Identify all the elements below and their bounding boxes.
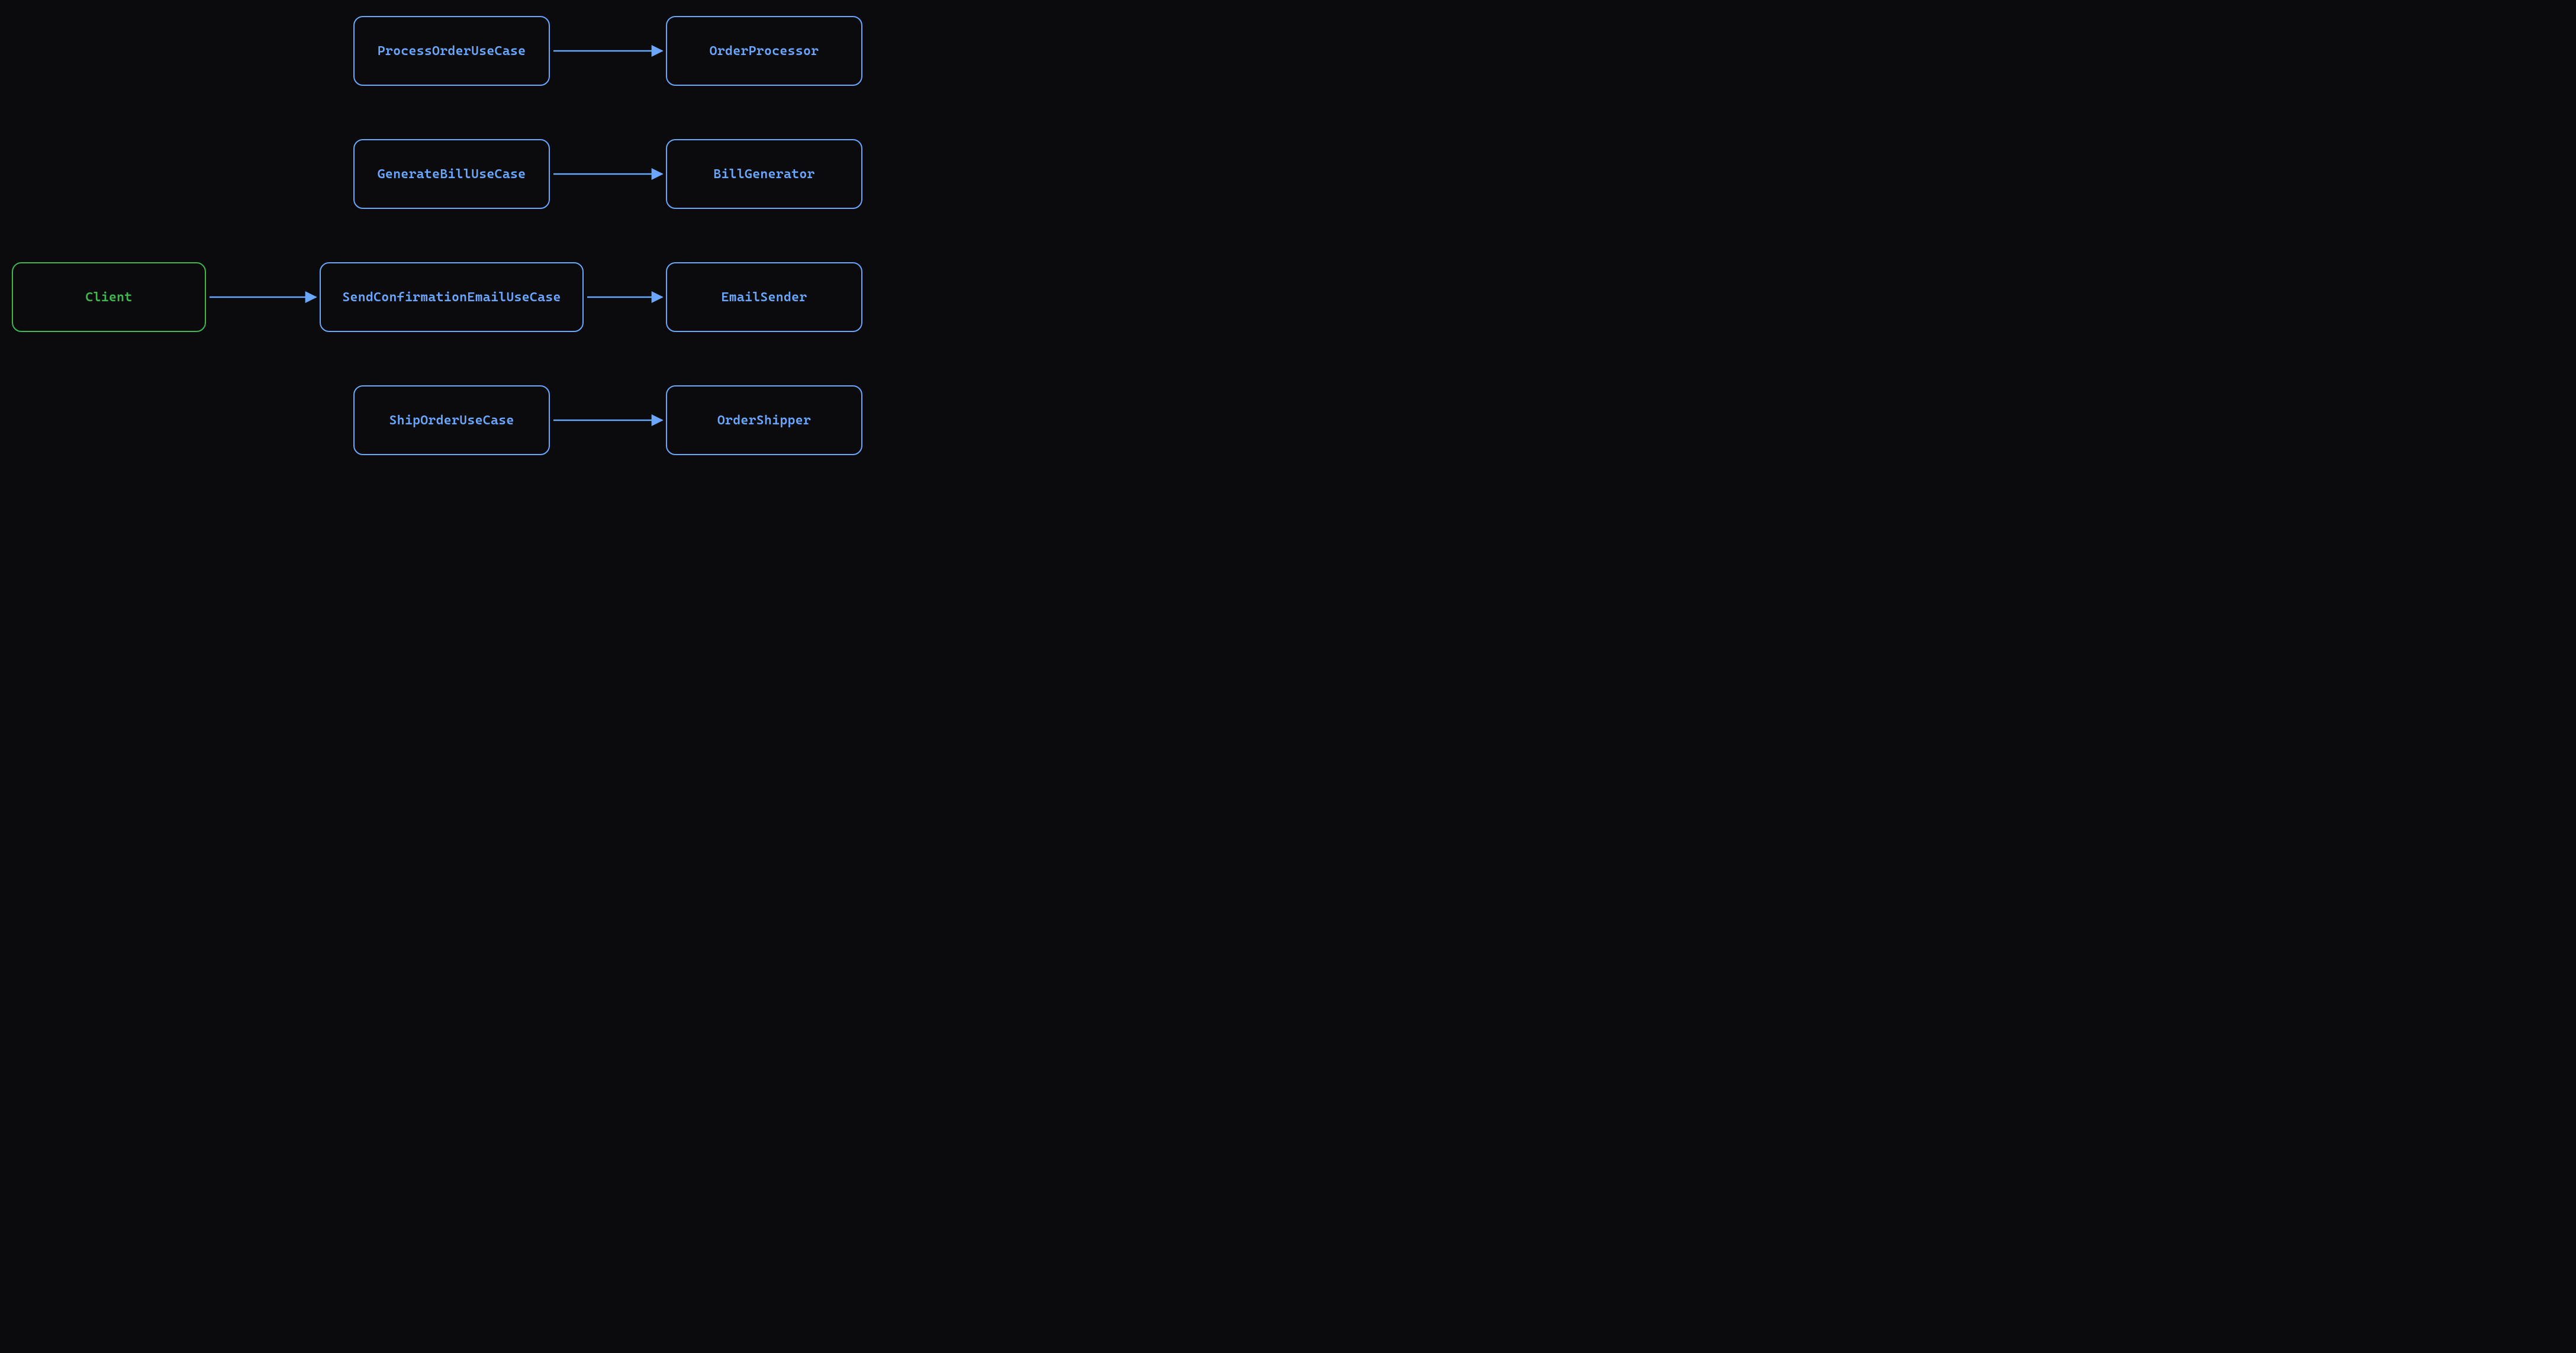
node-order-processor-label: OrderProcessor [710, 44, 819, 59]
node-order-processor: OrderProcessor [666, 16, 862, 86]
node-client: Client [12, 262, 206, 332]
node-generate-bill-use-case: GenerateBillUseCase [353, 139, 550, 209]
node-process-order-use-case: ProcessOrderUseCase [353, 16, 550, 86]
node-send-confirmation-email-use-case: SendConfirmationEmailUseCase [320, 262, 584, 332]
node-email-sender-label: EmailSender [721, 290, 807, 305]
node-email-sender: EmailSender [666, 262, 862, 332]
node-order-shipper-label: OrderShipper [717, 413, 811, 428]
diagram-canvas: Client ProcessOrderUseCase OrderProcesso… [0, 0, 913, 479]
node-process-order-use-case-label: ProcessOrderUseCase [378, 44, 526, 59]
node-bill-generator: BillGenerator [666, 139, 862, 209]
node-bill-generator-label: BillGenerator [713, 167, 814, 182]
node-generate-bill-use-case-label: GenerateBillUseCase [378, 167, 526, 182]
node-ship-order-use-case: ShipOrderUseCase [353, 385, 550, 455]
node-send-confirmation-email-use-case-label: SendConfirmationEmailUseCase [342, 290, 561, 305]
node-client-label: Client [85, 290, 132, 305]
node-order-shipper: OrderShipper [666, 385, 862, 455]
node-ship-order-use-case-label: ShipOrderUseCase [389, 413, 514, 428]
